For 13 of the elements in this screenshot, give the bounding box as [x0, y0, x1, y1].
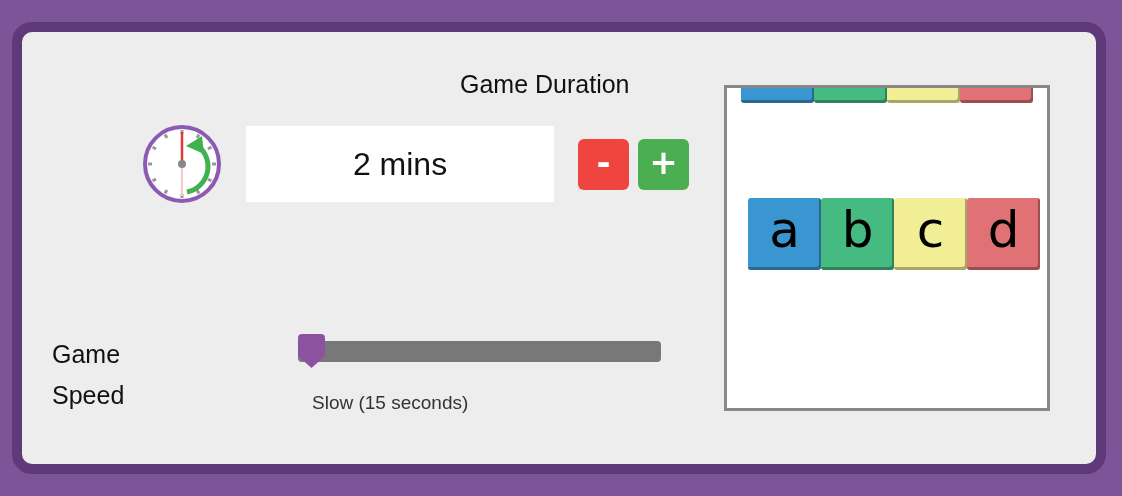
letter-tile: d	[967, 198, 1040, 270]
speed-reading: Slow (15 seconds)	[312, 392, 470, 414]
duration-field[interactable]: 2 mins	[246, 126, 554, 202]
letter-tile: b	[821, 198, 894, 270]
speed-slider[interactable]	[298, 333, 661, 369]
letter-tile: a	[748, 198, 821, 270]
slider-thumb[interactable]	[298, 334, 325, 368]
increase-button[interactable]: +	[638, 138, 689, 190]
decrease-button[interactable]: -	[578, 138, 629, 190]
duration-title: Game Duration	[460, 70, 630, 99]
speed-label: Game Speed	[52, 339, 126, 411]
letter-tile: c	[894, 198, 967, 270]
clock-icon	[142, 124, 222, 204]
